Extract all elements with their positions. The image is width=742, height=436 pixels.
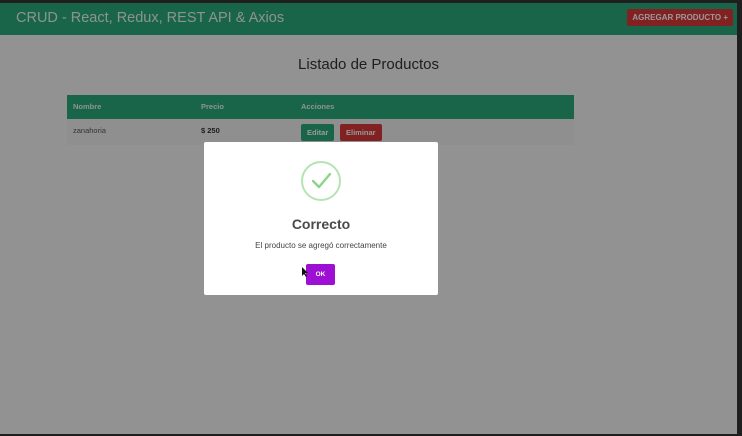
ok-button[interactable]: OK: [306, 264, 335, 285]
success-dialog: Correcto El producto se agregó correctam…: [204, 142, 438, 295]
app-window: CRUD - React, Redux, REST API & Axios AG…: [0, 3, 737, 434]
mouse-cursor-icon: [302, 267, 308, 277]
dialog-message: El producto se agregó correctamente: [255, 241, 387, 250]
check-icon: [301, 161, 341, 201]
dialog-title: Correcto: [291, 216, 351, 232]
